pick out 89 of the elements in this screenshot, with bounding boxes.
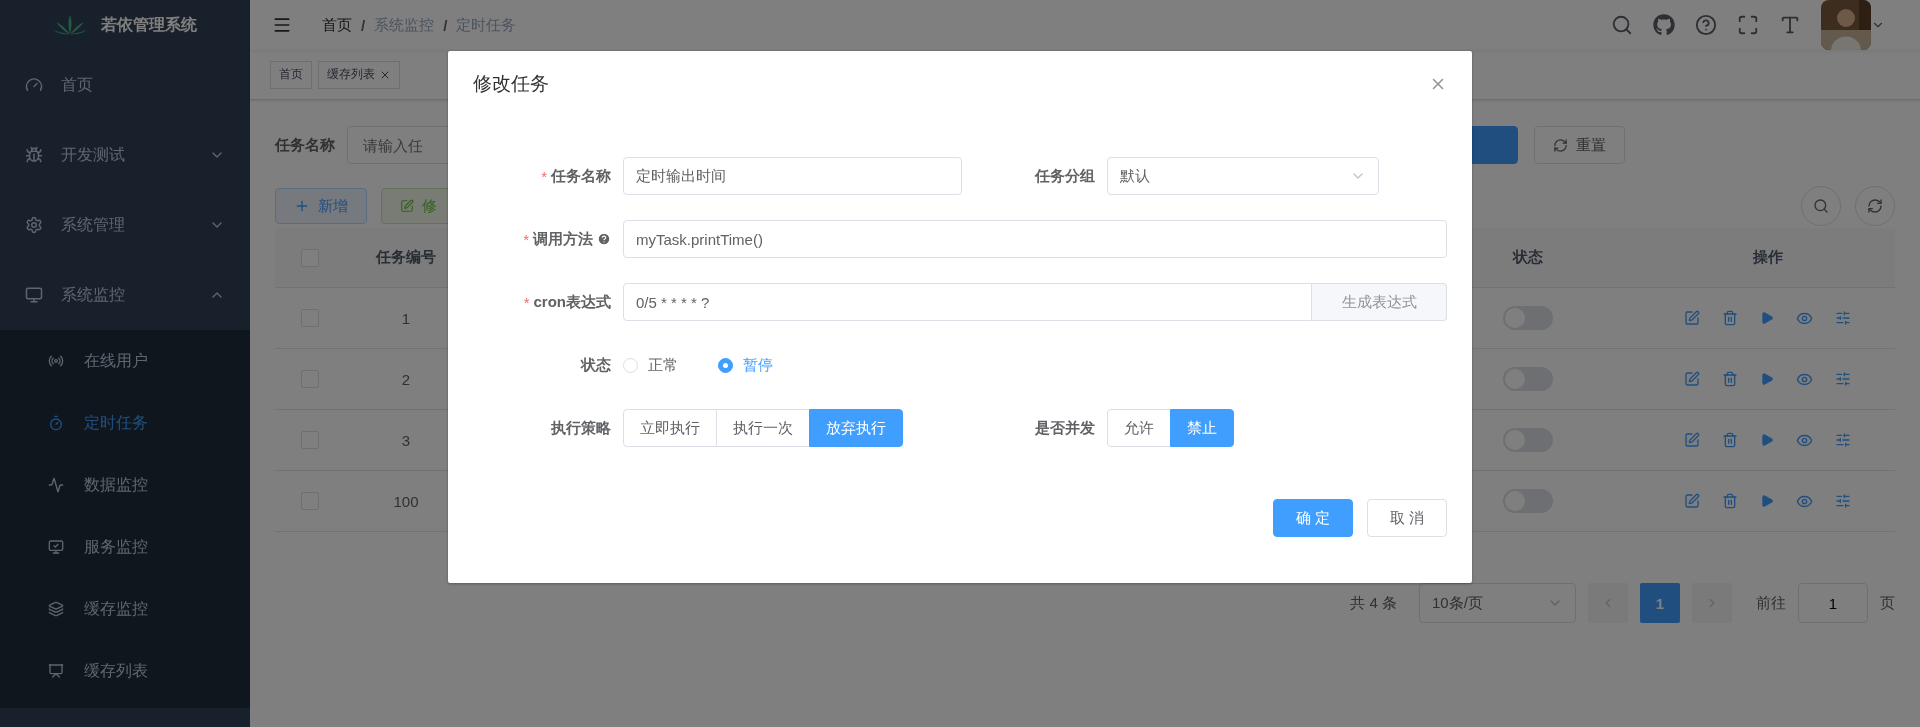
app-title: 若依管理系统 (101, 14, 197, 35)
edit-icon[interactable] (1684, 371, 1700, 387)
radio-option[interactable]: 暂停 (718, 355, 773, 375)
required-mark: * (523, 293, 530, 311)
refresh-icon (1553, 137, 1568, 153)
submenu-item[interactable]: 服务监控 (0, 516, 250, 578)
total-count: 共 4 条 (1350, 593, 1397, 613)
submenu-icon (48, 539, 64, 555)
segment-button[interactable]: 立即执行 (623, 409, 717, 447)
search-toggle-button[interactable] (1801, 186, 1841, 226)
play-icon[interactable] (1760, 311, 1774, 325)
page-button[interactable]: 1 (1640, 583, 1680, 623)
radio-label: 暂停 (743, 355, 773, 375)
fullscreen-icon (1737, 14, 1759, 36)
sliders-icon[interactable] (1835, 432, 1851, 448)
field-label: 状态 (581, 355, 611, 375)
submenu-item[interactable]: 缓存列表 (0, 640, 250, 702)
reset-button[interactable]: 重置 (1534, 126, 1625, 164)
refresh-icon (1867, 198, 1883, 214)
sliders-icon[interactable] (1835, 371, 1851, 387)
confirm-button[interactable]: 确 定 (1273, 499, 1353, 537)
delete-icon[interactable] (1722, 310, 1738, 326)
search-icon (1611, 14, 1633, 36)
radio-option[interactable]: 正常 (623, 355, 678, 375)
menu-item[interactable]: 系统监控 (0, 260, 250, 330)
tab-tag[interactable]: 缓存列表 (318, 60, 400, 89)
segment-button[interactable]: 放弃执行 (809, 409, 903, 447)
breadcrumb-separator: / (361, 16, 366, 34)
field-label: 任务名称 (275, 135, 335, 155)
field-label: 调用方法 (533, 229, 593, 249)
help-icon[interactable] (597, 232, 611, 246)
text-field[interactable]: 定时输出时间 (623, 157, 962, 195)
refresh-button[interactable] (1855, 186, 1895, 226)
play-icon[interactable] (1760, 372, 1774, 386)
help-icon (1695, 14, 1717, 36)
segment-button[interactable]: 允许 (1107, 409, 1171, 447)
submenu-item[interactable]: 在线用户 (0, 330, 250, 392)
breadcrumb-separator: / (443, 16, 448, 34)
text-field[interactable]: myTask.printTime() (623, 220, 1447, 258)
edit-icon[interactable] (1684, 310, 1700, 326)
menu-item[interactable]: 首页 (0, 50, 250, 120)
submenu-icon (48, 353, 64, 369)
search-icon (1813, 198, 1829, 214)
submenu-item[interactable]: 定时任务 (0, 392, 250, 454)
cancel-button[interactable]: 取 消 (1367, 499, 1447, 537)
field-label: 任务名称 (551, 166, 611, 186)
plus-icon (294, 198, 310, 214)
required-mark: * (523, 230, 529, 248)
page-suffix: 页 (1880, 593, 1895, 613)
delete-icon[interactable] (1722, 493, 1738, 509)
submenu-icon (48, 477, 64, 493)
segment-button[interactable]: 执行一次 (716, 409, 810, 447)
edit-icon[interactable] (1684, 493, 1700, 509)
sliders-icon[interactable] (1835, 310, 1851, 326)
field-label: 执行策略 (551, 418, 611, 438)
required-mark: * (541, 167, 547, 185)
menu-item[interactable]: 系统管理 (0, 190, 250, 260)
segment-button[interactable]: 禁止 (1170, 409, 1234, 447)
tab-tag[interactable]: 首页 (270, 60, 312, 89)
text-field[interactable]: 0/5 * * * * ? (623, 283, 1312, 321)
radio-label: 正常 (648, 355, 678, 375)
dialog-title: 修改任务 (473, 72, 549, 96)
submenu-item[interactable]: 缓存监控 (0, 578, 250, 640)
select-field[interactable]: 默认 (1107, 157, 1379, 195)
play-icon[interactable] (1760, 494, 1774, 508)
sliders-icon[interactable] (1835, 493, 1851, 509)
menu-item[interactable]: 开发测试 (0, 120, 250, 190)
github-icon[interactable] (1653, 14, 1675, 36)
font-size-icon (1779, 14, 1801, 36)
edit-icon[interactable] (1684, 432, 1700, 448)
leaf-logo-icon (53, 14, 87, 36)
add-button[interactable]: 新增 (275, 188, 367, 224)
delete-icon[interactable] (1722, 371, 1738, 387)
goto-label: 前往 (1756, 593, 1786, 613)
submenu-item[interactable]: 数据监控 (0, 454, 250, 516)
breadcrumb-item[interactable]: 首页 (322, 15, 352, 35)
page-input[interactable]: 1 (1798, 583, 1868, 623)
submenu-icon (48, 663, 64, 679)
radio-icon[interactable] (718, 357, 733, 373)
submenu-icon (48, 601, 64, 617)
play-icon[interactable] (1760, 433, 1774, 447)
edit-icon (400, 199, 414, 213)
field-label: 任务分组 (1035, 166, 1095, 186)
delete-icon[interactable] (1722, 432, 1738, 448)
submenu-icon (48, 415, 64, 431)
field-label: 是否并发 (1035, 418, 1095, 438)
generate-button[interactable]: 生成表达式 (1312, 283, 1447, 321)
field-label: cron表达式 (533, 292, 611, 312)
page-size-select[interactable]: 10条/页 (1419, 583, 1576, 623)
